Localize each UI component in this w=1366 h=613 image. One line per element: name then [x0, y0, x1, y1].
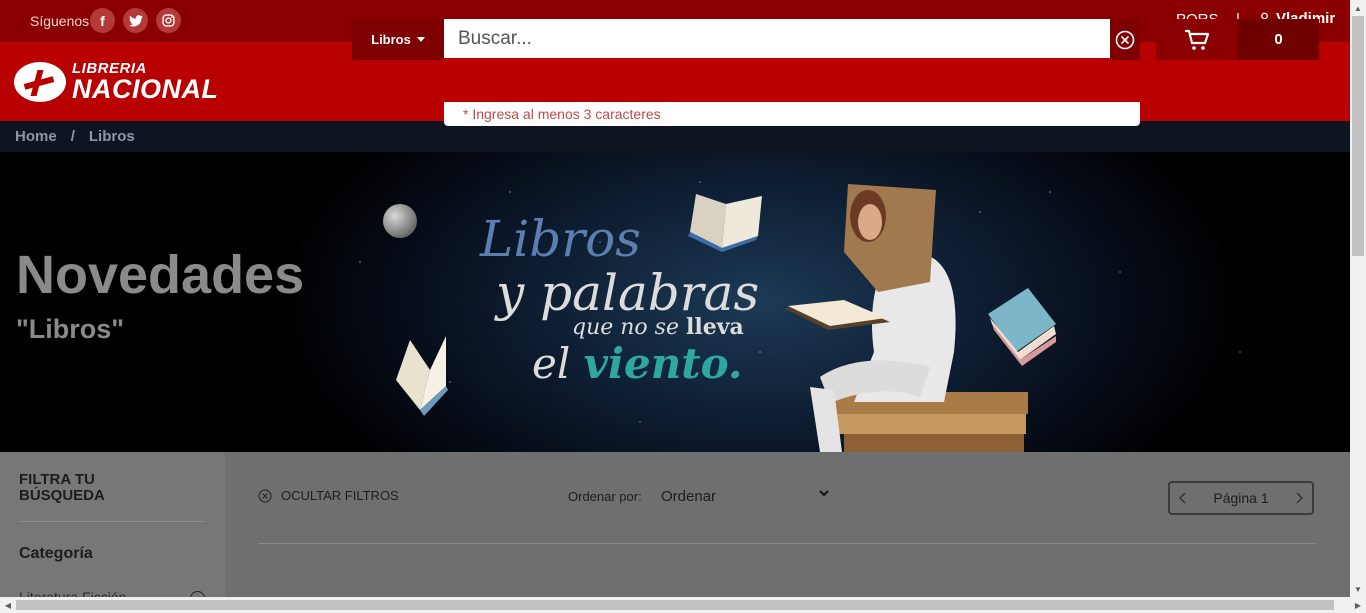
banner-title: Novedades [16, 245, 305, 305]
toolbar-divider [258, 543, 1316, 544]
breadcrumb-current: Libros [88, 128, 135, 145]
scroll-left-icon[interactable]: ◀ [0, 597, 16, 613]
clear-search-button[interactable] [1110, 19, 1140, 60]
chevron-down-icon [819, 490, 829, 497]
filter-title: FILTRA TU BÚSQUEDA [19, 471, 105, 504]
filter-sidebar: FILTRA TU BÚSQUEDA Categoría Literatura … [0, 452, 225, 606]
scroll-right-icon[interactable]: ▶ [1350, 597, 1366, 613]
chevron-left-icon[interactable] [1178, 492, 1188, 504]
slogan-line-2: y palabras [496, 264, 760, 322]
logo-line-2: NACIONAL [72, 74, 219, 104]
caret-down-icon [416, 37, 425, 42]
vertical-scroll-thumb[interactable] [1352, 16, 1364, 256]
banner-slogan: Libros y palabras que no se lleva el vie… [480, 214, 759, 385]
logo-mark-icon [14, 62, 66, 102]
slogan-line-3-bold: lleva [685, 314, 744, 340]
pagination: Página 1 [1168, 481, 1314, 515]
slogan-line-4-accent: viento. [583, 339, 743, 388]
category-heading: Categoría [19, 545, 93, 562]
planet-image [383, 204, 417, 238]
close-circle-icon [1115, 30, 1135, 49]
slogan-line-1: Libros [480, 210, 641, 268]
follow-label: Síguenos [30, 13, 90, 29]
cart-button[interactable]: 0 [1156, 19, 1319, 60]
cart-count: 0 [1238, 19, 1319, 60]
search-hint: * Ingresa al menos 3 caracteres [444, 102, 1140, 126]
page: Síguenos f PQRS | Vladimir LIBRERIA NACI… [0, 0, 1366, 613]
horizontal-scroll-thumb[interactable] [16, 600, 1334, 610]
search-category-label: Libros [371, 32, 411, 47]
flying-book-image [396, 336, 448, 416]
order-select[interactable]: Ordenar [661, 488, 829, 505]
horizontal-scrollbar[interactable]: ◀ ▶ [0, 597, 1366, 613]
results-area: OCULTAR FILTROS Ordenar por: Ordenar Pág… [225, 452, 1350, 597]
hide-filters-label: OCULTAR FILTROS [281, 488, 399, 503]
search-input[interactable] [444, 19, 1110, 58]
page-label: Página 1 [1213, 490, 1269, 506]
search-box [444, 19, 1110, 60]
astronaut-reader-image [784, 184, 1028, 452]
twitter-icon[interactable] [123, 8, 148, 33]
breadcrumb-separator: / [70, 128, 75, 145]
slogan-line-3: que no se [572, 315, 686, 340]
hero-banner: Novedades "Libros" Libros y palabras que… [0, 152, 1350, 452]
search-category-dropdown[interactable]: Libros [352, 19, 444, 60]
vertical-scrollbar[interactable]: ▲ ▼ [1350, 0, 1366, 597]
close-circle-icon [258, 489, 272, 502]
scroll-down-icon[interactable]: ▼ [1350, 581, 1366, 597]
site-logo[interactable]: LIBRERIA NACIONAL [14, 61, 219, 103]
order-select-value: Ordenar [661, 488, 717, 505]
breadcrumb-home[interactable]: Home [15, 128, 57, 145]
chevron-right-icon[interactable] [1294, 492, 1304, 504]
cart-icon [1185, 29, 1210, 50]
hide-filters-button[interactable]: OCULTAR FILTROS [258, 488, 399, 503]
slogan-line-4: el [532, 339, 584, 388]
filter-divider [19, 521, 205, 522]
banner-subtitle: "Libros" [16, 314, 125, 344]
facebook-icon[interactable]: f [90, 8, 115, 33]
scroll-up-icon[interactable]: ▲ [1350, 0, 1366, 16]
order-label: Ordenar por: [568, 489, 642, 504]
instagram-icon[interactable] [156, 8, 181, 33]
